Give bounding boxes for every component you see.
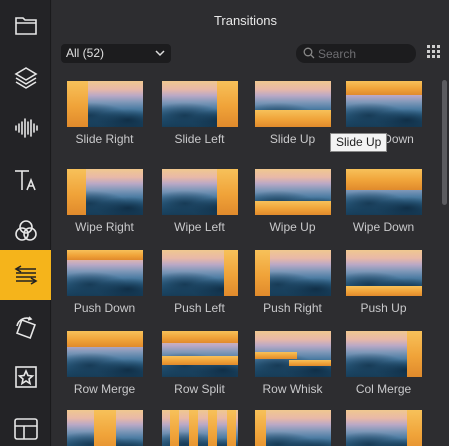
scrollbar-thumb[interactable] [442,80,447,205]
audio-waveform-icon [14,118,38,138]
transitions-icon [13,265,38,285]
transition-thumbnail[interactable] [162,250,238,296]
transition-tile[interactable]: Row Merge [52,331,143,396]
text-icon [14,170,36,191]
transition-label: Push Down [73,301,136,315]
transition-tile[interactable]: Slide Right [52,81,143,146]
sidebar-item-audio[interactable] [0,103,51,153]
transition-thumbnail[interactable] [162,81,238,127]
transition-tile[interactable]: Col Merge [331,331,422,396]
panel-title: Transitions [213,12,278,28]
transitions-grid: Slide RightSlide LeftSlide UpSlide DownW… [52,72,439,446]
transition-thumbnail[interactable] [346,250,422,296]
transition-label: Wipe Left [174,220,225,234]
transition-thumbnail[interactable] [346,81,422,127]
transition-thumbnail[interactable] [255,331,331,377]
scrollbar[interactable] [440,72,449,446]
transition-label: Wipe Down [352,220,415,234]
transition-label: Row Merge [73,382,136,396]
transition-label: Slide Right [75,132,134,146]
rotate-square-icon [15,316,36,339]
transition-label: Wipe Right [75,220,134,234]
transition-thumbnail[interactable] [67,410,143,446]
transition-tile[interactable] [147,410,238,446]
transition-label: Row Split [174,382,225,396]
sidebar-item-transform[interactable] [0,303,51,353]
layout-icon [13,418,38,440]
transitions-app: Transitions All (52) Slide Right Slide Le… [0,0,449,446]
sidebar-item-stickers[interactable] [0,352,51,402]
sidebar-item-layers[interactable] [0,52,51,102]
sidebar-item-templates[interactable] [0,402,51,446]
transition-thumbnail[interactable] [255,81,331,127]
transition-thumbnail[interactable] [67,169,143,215]
transition-thumbnail[interactable] [255,250,331,296]
transition-tile[interactable]: Wipe Right [52,169,143,234]
transition-thumbnail[interactable] [346,331,422,377]
transition-tile[interactable]: Slide Left [147,81,238,146]
transition-thumbnail[interactable] [162,410,238,446]
transition-tile[interactable]: Wipe Up [240,169,331,234]
transition-tile[interactable]: Push Up [331,250,422,315]
transition-thumbnail[interactable] [255,410,331,446]
search-box[interactable] [296,44,416,63]
color-circles-icon [14,220,37,241]
transition-thumbnail[interactable] [162,331,238,377]
transition-thumbnail[interactable] [255,169,331,215]
layers-icon [13,67,38,89]
transition-tile[interactable] [331,410,422,446]
transition-tile[interactable]: Wipe Left [147,169,238,234]
transition-tile[interactable] [240,410,331,446]
transition-label: Push Right [263,301,322,315]
transition-thumbnail[interactable] [67,250,143,296]
transition-label: Row Whisk [262,382,323,396]
star-frame-icon [14,366,37,388]
transition-thumbnail[interactable] [67,331,143,377]
category-dropdown[interactable]: All (52) [61,44,171,63]
transition-tile[interactable]: Row Whisk [240,331,331,396]
transition-thumbnail[interactable] [346,169,422,215]
tooltip: Slide Up [330,133,388,152]
transitions-panel: Transitions All (52) Slide Right Slide Le… [52,0,449,446]
transition-tile[interactable]: Push Down [52,250,143,315]
transition-label: Slide Left [174,132,225,146]
transition-tile[interactable]: Row Split [147,331,238,396]
sidebar [0,0,51,446]
transition-label: Slide Up [269,132,316,146]
category-dropdown-value: All (52) [66,46,105,60]
transition-label: Wipe Up [269,220,316,234]
chevron-down-icon [155,44,165,70]
transition-thumbnail[interactable] [346,410,422,446]
transition-tile[interactable]: Push Right [240,250,331,315]
transition-label: Push Up [360,301,407,315]
transition-label: Push Left [174,301,225,315]
grid-view-icon[interactable] [427,45,441,59]
transition-thumbnail[interactable] [162,169,238,215]
sidebar-item-text[interactable] [0,155,51,205]
transition-tile[interactable]: Push Left [147,250,238,315]
search-input[interactable] [318,45,410,62]
transition-tile[interactable]: Wipe Down [331,169,422,234]
transition-tile[interactable]: Slide Up [240,81,331,146]
search-icon [303,47,315,59]
transition-label: Col Merge [355,382,412,396]
folder-icon [14,17,37,35]
sidebar-item-transitions[interactable] [0,250,51,300]
transition-thumbnail[interactable] [67,81,143,127]
transition-tile[interactable] [52,410,143,446]
sidebar-item-media[interactable] [0,0,51,50]
sidebar-item-color[interactable] [0,206,51,256]
